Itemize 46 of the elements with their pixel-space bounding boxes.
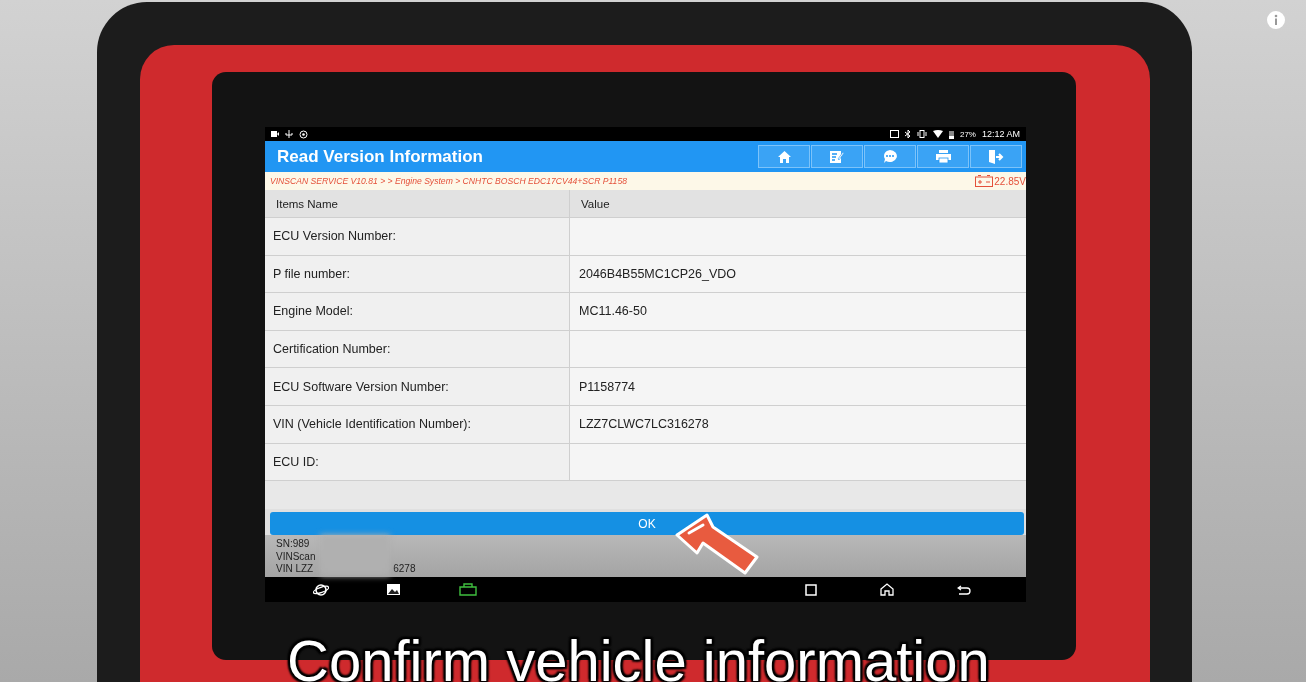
print-button[interactable] [917,145,969,168]
table-cell: MC11.46-50 [570,293,1026,330]
device-info-line: SN:989 [276,538,310,551]
ok-button[interactable]: OK [270,512,1024,536]
battery-icon [948,129,954,139]
device-info-line: VINScan [276,550,316,564]
table-cell: 2046B4B55MC1CP26_VDO [570,255,1026,293]
home-icon [777,150,791,163]
table-cell: VIN (Vehicle Identification Number): [265,405,570,443]
table-cell: ECU Version Number: [265,218,570,255]
edit-icon [830,150,844,163]
usb-icon [285,130,293,138]
table-cell: P file number: [265,255,570,293]
home-icon[interactable] [880,583,894,596]
table-cell: LZZ7CLWC7LC316278 [570,405,1026,443]
home-button[interactable] [758,145,810,168]
clock: 12:12 AM [981,129,1020,139]
planet-icon[interactable] [313,582,329,597]
device-info-line: 6278 [393,563,416,576]
table-cell: ECU Software Version Number: [265,368,570,405]
table-cell: ECU ID: [265,443,570,481]
cast-icon [889,130,899,138]
table-cell: P1158774 [570,368,1026,405]
vibrate-icon [916,130,927,138]
back-icon[interactable] [957,584,971,595]
edit-button[interactable] [811,145,863,168]
gear-icon [299,129,308,139]
chat-button[interactable] [864,145,916,168]
battery-level: 27% [959,129,976,139]
printer-icon [935,150,951,163]
wifi-icon [932,130,943,138]
device-info-line: VIN LZZ [276,563,314,576]
voltage-reading: 22.85V [994,175,1026,187]
exit-button[interactable] [970,145,1022,168]
table-cell: Engine Model: [265,293,570,330]
info-icon[interactable] [1267,11,1285,29]
bluetooth-icon [904,130,911,138]
breadcrumb: VINSCAN SERVICE V10.81 > > Engine System > CNHTC BOSCH EDC17CV44+SCR P1158 [270,176,627,186]
screen-title: Read Version Information [277,146,483,167]
chat-icon [883,150,897,163]
recent-apps-icon[interactable] [805,583,817,596]
image-icon[interactable] [387,584,400,595]
exit-icon [988,149,1004,164]
video-icon [271,131,279,137]
table-cell: Certification Number: [265,330,570,368]
battery-voltage-icon [975,175,994,187]
